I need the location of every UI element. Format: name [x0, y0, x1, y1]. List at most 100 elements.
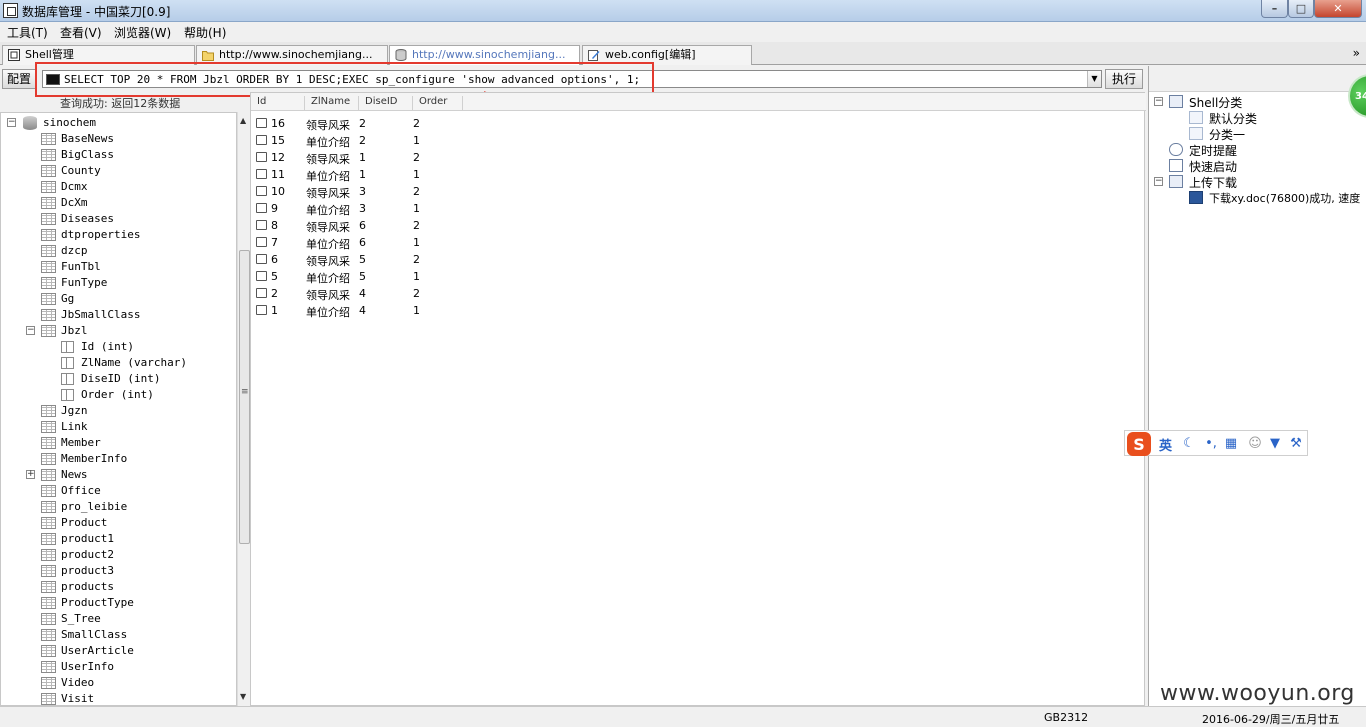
- sogou-logo-icon[interactable]: S: [1125, 431, 1153, 457]
- tree-table-node[interactable]: UserArticle: [41, 643, 221, 659]
- tree-column-node[interactable]: DiseID (int): [61, 371, 231, 387]
- table-row[interactable]: 11 单位介绍 1 1: [251, 166, 551, 183]
- tree-column-node[interactable]: ZlName (varchar): [61, 355, 231, 371]
- row-checkbox[interactable]: [256, 203, 267, 213]
- column-header[interactable]: Id: [251, 96, 305, 110]
- tree-table-node[interactable]: products: [41, 579, 221, 595]
- menu-view[interactable]: 查看(V): [60, 24, 102, 41]
- punctuation-icon[interactable]: •,: [1203, 436, 1219, 452]
- tree-table-node[interactable]: JbSmallClass: [41, 307, 221, 323]
- user-icon[interactable]: ☺: [1247, 436, 1263, 452]
- close-button[interactable]: ✕: [1314, 0, 1362, 18]
- tree-table-node[interactable]: Visit: [41, 691, 221, 705]
- row-checkbox[interactable]: [256, 118, 267, 128]
- tree-table-node[interactable]: S_Tree: [41, 611, 221, 627]
- collapse-icon[interactable]: −: [7, 118, 16, 127]
- table-row[interactable]: 16 领导风采 2 2: [251, 115, 551, 132]
- tree-scrollbar[interactable]: ▲ ▼: [237, 112, 250, 706]
- chevron-down-icon[interactable]: ▼: [1087, 71, 1101, 87]
- maximize-button[interactable]: □: [1288, 0, 1314, 18]
- tree-table-node[interactable]: Link: [41, 419, 221, 435]
- menu-tools[interactable]: 工具(T): [7, 24, 48, 41]
- collapse-icon[interactable]: −: [1154, 177, 1163, 186]
- keyboard-icon[interactable]: ▦: [1223, 436, 1239, 452]
- tree-column-node[interactable]: Order (int): [61, 387, 231, 403]
- row-checkbox[interactable]: [256, 254, 267, 264]
- tree-table-node[interactable]: BaseNews: [41, 131, 221, 147]
- tree-table-node[interactable]: Product: [41, 515, 221, 531]
- scrollbar-thumb[interactable]: [239, 250, 250, 544]
- tree-table-node[interactable]: product2: [41, 547, 221, 563]
- table-row[interactable]: 15 单位介绍 2 1: [251, 132, 551, 149]
- collapse-icon[interactable]: −: [26, 326, 35, 335]
- execute-button[interactable]: 执行: [1105, 69, 1143, 89]
- row-checkbox[interactable]: [256, 220, 267, 230]
- menu-browser[interactable]: 浏览器(W): [114, 24, 171, 41]
- row-checkbox[interactable]: [256, 169, 267, 179]
- tree-table-node[interactable]: ProductType: [41, 595, 221, 611]
- column-header[interactable]: ZlName: [305, 96, 359, 110]
- tree-table-node[interactable]: UserInfo: [41, 659, 221, 675]
- tree-table-node[interactable]: DcXm: [41, 195, 221, 211]
- table-row[interactable]: 6 领导风采 5 2: [251, 251, 551, 268]
- table-row[interactable]: 9 单位介绍 3 1: [251, 200, 551, 217]
- tree-table-node[interactable]: Jgzn: [41, 403, 221, 419]
- table-row[interactable]: 2 领导风采 4 2: [251, 285, 551, 302]
- menu-help[interactable]: 帮助(H): [184, 24, 226, 41]
- default-category-node[interactable]: 默认分类: [1189, 110, 1359, 126]
- tree-table-node[interactable]: SmallClass: [41, 627, 221, 643]
- config-button[interactable]: 配置: [2, 69, 36, 89]
- tree-table-node[interactable]: product1: [41, 531, 221, 547]
- moon-icon[interactable]: ☾: [1181, 436, 1197, 452]
- tree-table-node[interactable]: Office: [41, 483, 221, 499]
- row-checkbox[interactable]: [256, 135, 267, 145]
- row-checkbox[interactable]: [256, 152, 267, 162]
- scroll-up-icon[interactable]: ▲: [240, 116, 246, 125]
- skin-icon[interactable]: ▼: [1267, 436, 1283, 452]
- expand-icon[interactable]: +: [26, 470, 35, 479]
- row-checkbox[interactable]: [256, 186, 267, 196]
- tree-table-node[interactable]: FunTbl: [41, 259, 221, 275]
- shell-category-node[interactable]: Shell分类: [1169, 94, 1359, 110]
- table-row[interactable]: 7 单位介绍 6 1: [251, 234, 551, 251]
- download-item[interactable]: 下载xy.doc(76800)成功, 速度: [1189, 190, 1366, 206]
- upload-download-node[interactable]: 上传下载: [1169, 174, 1359, 190]
- tree-table-node[interactable]: BigClass: [41, 147, 221, 163]
- table-row[interactable]: 10 领导风采 3 2: [251, 183, 551, 200]
- row-checkbox[interactable]: [256, 288, 267, 298]
- tree-table-node[interactable]: MemberInfo: [41, 451, 221, 467]
- row-checkbox[interactable]: [256, 305, 267, 315]
- tree-table-node[interactable]: product3: [41, 563, 221, 579]
- tree-table-node[interactable]: Gg: [41, 291, 221, 307]
- tree-table-node[interactable]: dzcp: [41, 243, 221, 259]
- tabs-overflow-icon[interactable]: »: [1353, 46, 1360, 60]
- ime-language[interactable]: 英: [1159, 435, 1172, 454]
- tree-table-node[interactable]: dtproperties: [41, 227, 221, 243]
- minimize-button[interactable]: –: [1261, 0, 1288, 18]
- tree-table-node[interactable]: Video: [41, 675, 221, 691]
- tree-table-node[interactable]: Jbzl: [41, 323, 221, 339]
- collapse-icon[interactable]: −: [1154, 97, 1163, 106]
- table-row[interactable]: 8 领导风采 6 2: [251, 217, 551, 234]
- tree-table-node[interactable]: pro_leibie: [41, 499, 221, 515]
- table-row[interactable]: 12 领导风采 1 2: [251, 149, 551, 166]
- column-header[interactable]: Order: [413, 96, 463, 110]
- quick-start-node[interactable]: 快速启动: [1169, 158, 1359, 174]
- tree-table-node[interactable]: Member: [41, 435, 221, 451]
- table-row[interactable]: 1 单位介绍 4 1: [251, 302, 551, 319]
- table-row[interactable]: 5 单位介绍 5 1: [251, 268, 551, 285]
- tree-table-node[interactable]: News: [41, 467, 221, 483]
- category-one-node[interactable]: 分类一: [1189, 126, 1359, 142]
- database-tree[interactable]: − sinochem BaseNews BigClass County Dcmx DcXm D…: [0, 112, 237, 706]
- tree-column-node[interactable]: Id (int): [61, 339, 231, 355]
- tree-table-node[interactable]: Diseases: [41, 211, 221, 227]
- timer-node[interactable]: 定时提醒: [1169, 142, 1359, 158]
- tree-table-node[interactable]: Dcmx: [41, 179, 221, 195]
- wrench-icon[interactable]: ⚒: [1288, 436, 1304, 452]
- scroll-down-icon[interactable]: ▼: [240, 692, 246, 701]
- tree-table-node[interactable]: County: [41, 163, 221, 179]
- tree-database-node[interactable]: sinochem: [23, 115, 223, 131]
- column-header[interactable]: DiseID: [359, 96, 413, 110]
- row-checkbox[interactable]: [256, 237, 267, 247]
- row-checkbox[interactable]: [256, 271, 267, 281]
